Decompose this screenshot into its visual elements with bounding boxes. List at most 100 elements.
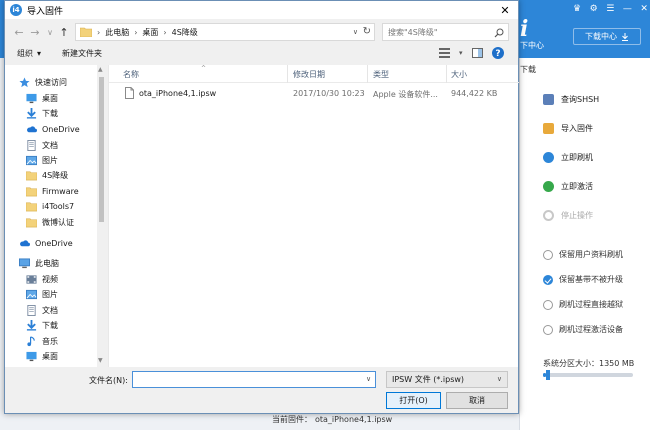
- tree-item-pictures[interactable]: 图片 ✎: [26, 153, 106, 168]
- column-type[interactable]: 类型: [373, 69, 389, 81]
- recent-locations-chevron-icon[interactable]: ∨: [44, 25, 56, 39]
- vip-icon[interactable]: ♛: [573, 4, 581, 14]
- column-divider[interactable]: [446, 65, 447, 83]
- jailbreak-radio[interactable]: [543, 299, 553, 310]
- scrollbar-thumb[interactable]: [99, 77, 104, 222]
- cancel-button[interactable]: 取消: [446, 392, 508, 409]
- file-row[interactable]: ota_iPhone4,1.ipsw 2017/10/30 10:23 Appl…: [123, 87, 503, 101]
- import-firmware-dialog: i4 导入固件 ✕ ← → ∨ ↑ › 此电脑 › 桌面 › 4S降级 ∨ ↻ …: [4, 0, 519, 414]
- option-jailbreak[interactable]: 刷机过程直接越狱: [543, 299, 623, 310]
- desktop-icon: [26, 93, 37, 104]
- activate-now-button[interactable]: 立即激活: [543, 181, 593, 192]
- tree-item-music[interactable]: 音乐: [26, 334, 106, 349]
- download-center-label: 下载中心: [585, 32, 617, 41]
- tree-item-downloads-pc[interactable]: 下载: [26, 318, 106, 333]
- option-keep-user-data[interactable]: 保留用户资料刷机: [543, 249, 623, 260]
- file-type-select[interactable]: IPSW 文件 (*.ipsw) ∨: [386, 371, 508, 388]
- tree-item-weibo-verify[interactable]: 微博认证: [26, 215, 106, 230]
- partition-slider-handle[interactable]: [545, 370, 550, 380]
- search-icon[interactable]: [494, 28, 504, 38]
- address-bar[interactable]: › 此电脑 › 桌面 › 4S降级 ∨ ↻: [75, 23, 375, 41]
- close-icon[interactable]: ✕: [498, 3, 512, 17]
- organize-label: 组织: [17, 49, 33, 58]
- tree-label: 微博认证: [42, 218, 74, 227]
- filename-history-chevron-icon[interactable]: ∨: [366, 375, 371, 383]
- help-icon[interactable]: ?: [491, 47, 504, 59]
- column-size[interactable]: 大小: [451, 69, 467, 81]
- view-options-icon[interactable]: [439, 48, 450, 58]
- file-type: Apple 设备软件...: [373, 90, 438, 99]
- chevron-down-icon: ∨: [496, 375, 502, 383]
- tree-item-firmware[interactable]: Firmware: [26, 184, 106, 199]
- partition-size-slider[interactable]: [543, 370, 633, 380]
- open-button[interactable]: 打开(O): [386, 392, 441, 409]
- tree-item-documents[interactable]: 文档 ✎: [26, 138, 106, 153]
- tree-label: 音乐: [42, 337, 58, 346]
- minimize-icon[interactable]: —: [623, 4, 632, 14]
- search-input[interactable]: 搜索"4S降级": [382, 23, 509, 41]
- preview-pane-icon[interactable]: [471, 48, 483, 58]
- scroll-down-icon[interactable]: ▼: [98, 357, 103, 364]
- keep-user-data-radio[interactable]: [543, 249, 553, 260]
- tree-item-documents-pc[interactable]: 文档: [26, 303, 106, 318]
- tree-item-quick-access[interactable]: 快速访问: [19, 75, 106, 90]
- tree-label: OneDrive: [42, 125, 80, 134]
- query-shsh-label: 查询SHSH: [561, 95, 600, 104]
- tree-item-downloads[interactable]: 下载 ✎: [26, 106, 106, 121]
- up-arrow-icon[interactable]: ↑: [58, 25, 70, 39]
- breadcrumb-current-folder[interactable]: 4S降级: [172, 27, 198, 38]
- pictures-icon: [26, 155, 37, 166]
- tree-label: 视频: [42, 275, 58, 284]
- import-firmware-button[interactable]: 导入固件: [543, 123, 593, 134]
- scroll-up-icon[interactable]: ▲: [98, 66, 103, 73]
- refresh-icon[interactable]: ↻: [363, 26, 371, 37]
- breadcrumb-this-pc[interactable]: 此电脑: [105, 27, 129, 38]
- menu-icon[interactable]: ☰: [606, 4, 614, 14]
- file-name: ota_iPhone4,1.ipsw: [139, 89, 217, 98]
- tree-item-pictures-pc[interactable]: 图片: [26, 287, 106, 302]
- tree-item-onedrive-root[interactable]: OneDrive: [19, 236, 106, 251]
- tree-item-desktop-pc[interactable]: 桌面: [26, 349, 106, 364]
- tree-label: 图片: [42, 156, 58, 165]
- navigation-scrollbar[interactable]: ▲ ▼: [97, 65, 106, 367]
- tree-item-onedrive[interactable]: OneDrive ✎: [26, 122, 106, 137]
- view-options-chevron-icon[interactable]: ▾: [459, 49, 463, 57]
- stop-operation-label: 停止操作: [561, 211, 593, 220]
- back-arrow-icon[interactable]: ←: [13, 25, 25, 39]
- flash-now-button[interactable]: 立即刷机: [543, 152, 593, 163]
- tree-item-4s-downgrade[interactable]: 4S降级: [26, 168, 106, 183]
- address-history-chevron-icon[interactable]: ∨: [353, 28, 358, 36]
- option-keep-baseband[interactable]: 保留基带不被升级: [543, 274, 623, 285]
- download-tab[interactable]: 下载: [520, 64, 536, 75]
- activate-device-radio[interactable]: [543, 324, 553, 335]
- query-shsh-button[interactable]: 查询SHSH: [543, 94, 599, 105]
- tree-item-this-pc[interactable]: 此电脑: [19, 256, 106, 271]
- app-logo-subtitle: 下中心: [520, 41, 544, 50]
- column-name[interactable]: 名称: [123, 69, 139, 81]
- organize-menu-button[interactable]: 组织 ▾: [17, 48, 41, 59]
- current-firmware: 当前固件： ota_iPhone4,1.ipsw: [272, 414, 392, 425]
- tree-item-i4tools7[interactable]: i4Tools7: [26, 199, 106, 214]
- option-activate-device[interactable]: 刷机过程激活设备: [543, 324, 623, 335]
- filename-input[interactable]: [132, 371, 376, 388]
- column-divider[interactable]: [287, 65, 288, 83]
- stop-operation-button[interactable]: 停止操作: [543, 210, 593, 221]
- stop-icon: [543, 210, 554, 221]
- new-folder-button[interactable]: 新建文件夹: [62, 48, 102, 59]
- keep-baseband-label: 保留基带不被升级: [559, 275, 623, 284]
- flash-now-icon: [543, 152, 554, 163]
- settings-icon[interactable]: ⚙: [590, 4, 598, 14]
- column-divider[interactable]: [367, 65, 368, 83]
- tree-label: i4Tools7: [42, 202, 75, 211]
- activate-now-label: 立即激活: [561, 182, 593, 191]
- download-center-button[interactable]: 下载中心: [573, 28, 641, 45]
- breadcrumb-desktop[interactable]: 桌面: [142, 27, 158, 38]
- close-app-icon[interactable]: ✕: [640, 4, 648, 14]
- tree-item-videos[interactable]: 视频: [26, 272, 106, 287]
- keep-baseband-radio[interactable]: [543, 274, 553, 285]
- file-type-selected: IPSW 文件 (*.ipsw): [392, 375, 465, 384]
- column-modified[interactable]: 修改日期: [293, 69, 325, 81]
- tree-item-desktop[interactable]: 桌面 ✎: [26, 91, 106, 106]
- forward-arrow-icon[interactable]: →: [29, 25, 41, 39]
- window-controls: ♛ ⚙ ☰ — ✕: [573, 3, 648, 15]
